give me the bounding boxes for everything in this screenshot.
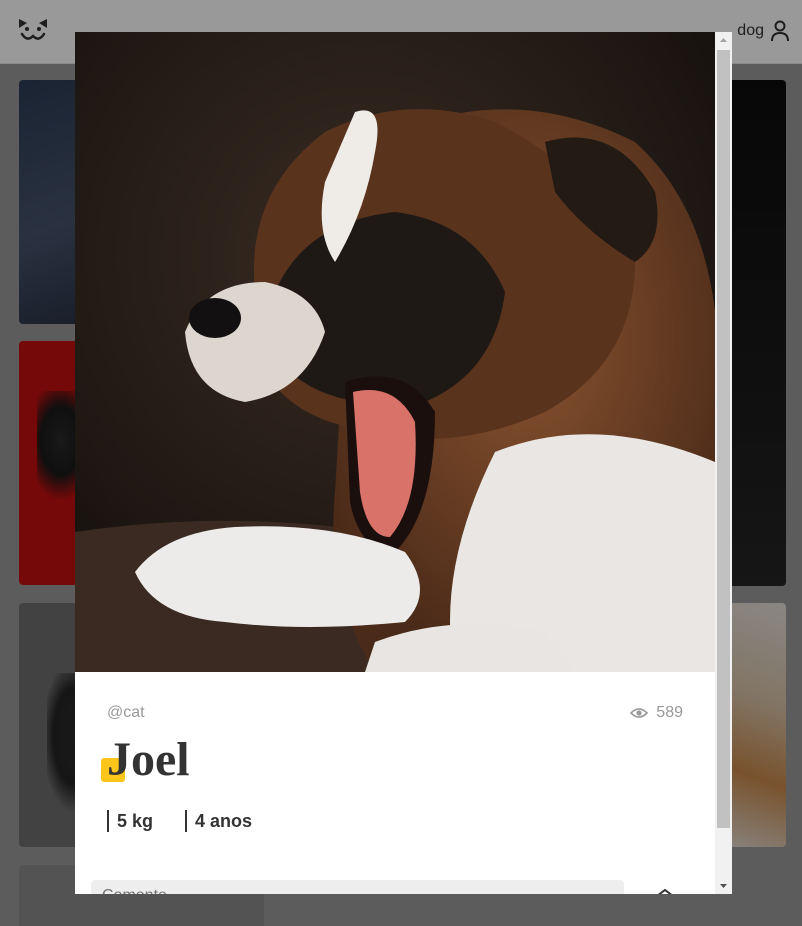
puppy-photo <box>75 32 715 672</box>
scroll-up-arrow-icon[interactable] <box>715 32 732 49</box>
modal-scrollbar[interactable] <box>715 32 732 894</box>
send-icon <box>658 888 672 894</box>
views-value: 589 <box>656 704 683 721</box>
views-count: 589 <box>630 704 683 722</box>
author-link[interactable]: @cat <box>107 704 145 722</box>
photo-meta: @cat 589 <box>107 704 683 724</box>
eye-icon <box>630 708 649 718</box>
photo-title[interactable]: Joel <box>107 732 190 788</box>
comment-form <box>91 880 701 894</box>
scroll-down-arrow-icon[interactable] <box>715 877 732 894</box>
comment-input[interactable] <box>91 880 624 894</box>
weight-attribute: 5 kg <box>107 810 153 832</box>
pet-attributes: 5 kg 4 anos <box>107 810 252 832</box>
title-wrap: Joel <box>101 732 190 788</box>
photo-modal: @cat 589 Joel 5 kg 4 anos <box>75 32 732 894</box>
scrollbar-thumb[interactable] <box>717 50 730 828</box>
age-attribute: 4 anos <box>185 810 252 832</box>
send-comment-button[interactable] <box>651 886 679 894</box>
